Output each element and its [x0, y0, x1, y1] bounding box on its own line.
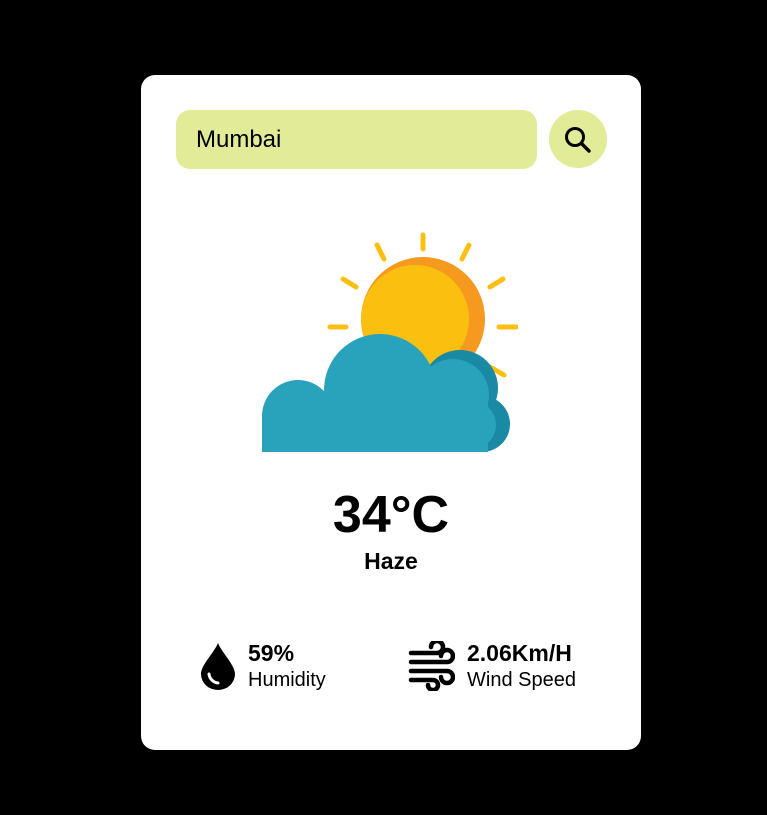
humidity-value: 59% — [248, 640, 295, 666]
weather-card: 34°C Haze 59% Humidity 2.06Km/H Wind Spe… — [141, 75, 641, 750]
wind-icon — [408, 641, 455, 691]
temperature: 34°C — [332, 486, 450, 544]
humidity-label: Humidity — [248, 669, 326, 691]
wind-speed-label: Wind Speed — [467, 669, 576, 691]
weather-condition: Haze — [364, 548, 418, 574]
search-button[interactable] — [549, 110, 607, 168]
city-search-input[interactable] — [176, 110, 537, 169]
search-icon — [565, 127, 591, 153]
wind-speed-value: 2.06Km/H — [467, 640, 572, 666]
partly-cloudy-sun-icon — [258, 227, 519, 462]
water-drop-icon — [201, 643, 235, 690]
